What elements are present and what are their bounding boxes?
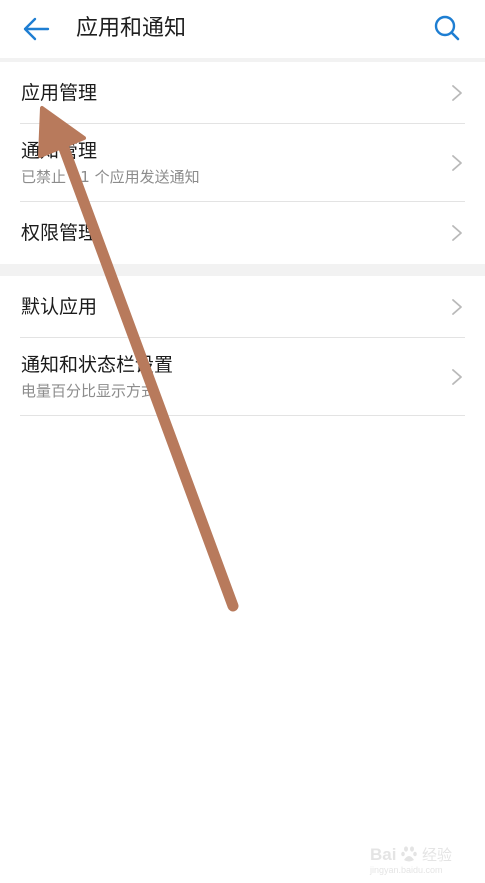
chevron-right-icon bbox=[452, 154, 462, 171]
back-arrow-icon bbox=[23, 17, 50, 41]
list-item-permission-management[interactable]: 权限管理 bbox=[20, 202, 465, 264]
list-item-label: 通知和状态栏设置 bbox=[21, 354, 174, 376]
list-item-label: 通知管理 bbox=[21, 140, 98, 162]
list-item-label: 默认应用 bbox=[21, 296, 98, 318]
page-title: 应用和通知 bbox=[76, 16, 187, 41]
app-bar: 应用和通知 bbox=[0, 0, 485, 58]
chevron-right-icon bbox=[452, 298, 462, 315]
list-item-notification-statusbar-settings[interactable]: 通知和状态栏设置 电量百分比显示方式 bbox=[20, 338, 465, 416]
list-item-label: 权限管理 bbox=[21, 222, 98, 244]
section-divider bbox=[0, 264, 485, 276]
svg-text:Bai: Bai bbox=[370, 845, 396, 864]
list-item-subtitle: 电量百分比显示方式 bbox=[21, 382, 157, 400]
baidu-watermark: Bai 经验 jingyan.baidu.com bbox=[368, 840, 478, 876]
list-item-subtitle: 已禁止 21 个应用发送通知 bbox=[21, 168, 200, 186]
settings-section-apps: 应用管理 通知管理 已禁止 21 个应用发送通知 权限管理 bbox=[0, 62, 485, 264]
list-item-default-apps[interactable]: 默认应用 bbox=[20, 276, 465, 338]
baidu-paw-logo-icon: Bai 经验 jingyan.baidu.com bbox=[369, 845, 452, 875]
chevron-right-icon bbox=[452, 368, 462, 385]
list-item-label: 应用管理 bbox=[21, 82, 98, 104]
back-button[interactable] bbox=[12, 12, 60, 46]
search-icon bbox=[434, 15, 460, 41]
svg-text:经验: 经验 bbox=[422, 846, 452, 864]
chevron-right-icon bbox=[452, 84, 462, 101]
search-button[interactable] bbox=[428, 10, 466, 46]
list-item-notification-management[interactable]: 通知管理 已禁止 21 个应用发送通知 bbox=[20, 124, 465, 202]
settings-section-defaults: 默认应用 通知和状态栏设置 电量百分比显示方式 bbox=[0, 276, 485, 416]
svg-text:jingyan.baidu.com: jingyan.baidu.com bbox=[369, 865, 443, 875]
list-item-app-management[interactable]: 应用管理 bbox=[20, 62, 465, 124]
chevron-right-icon bbox=[452, 225, 462, 241]
